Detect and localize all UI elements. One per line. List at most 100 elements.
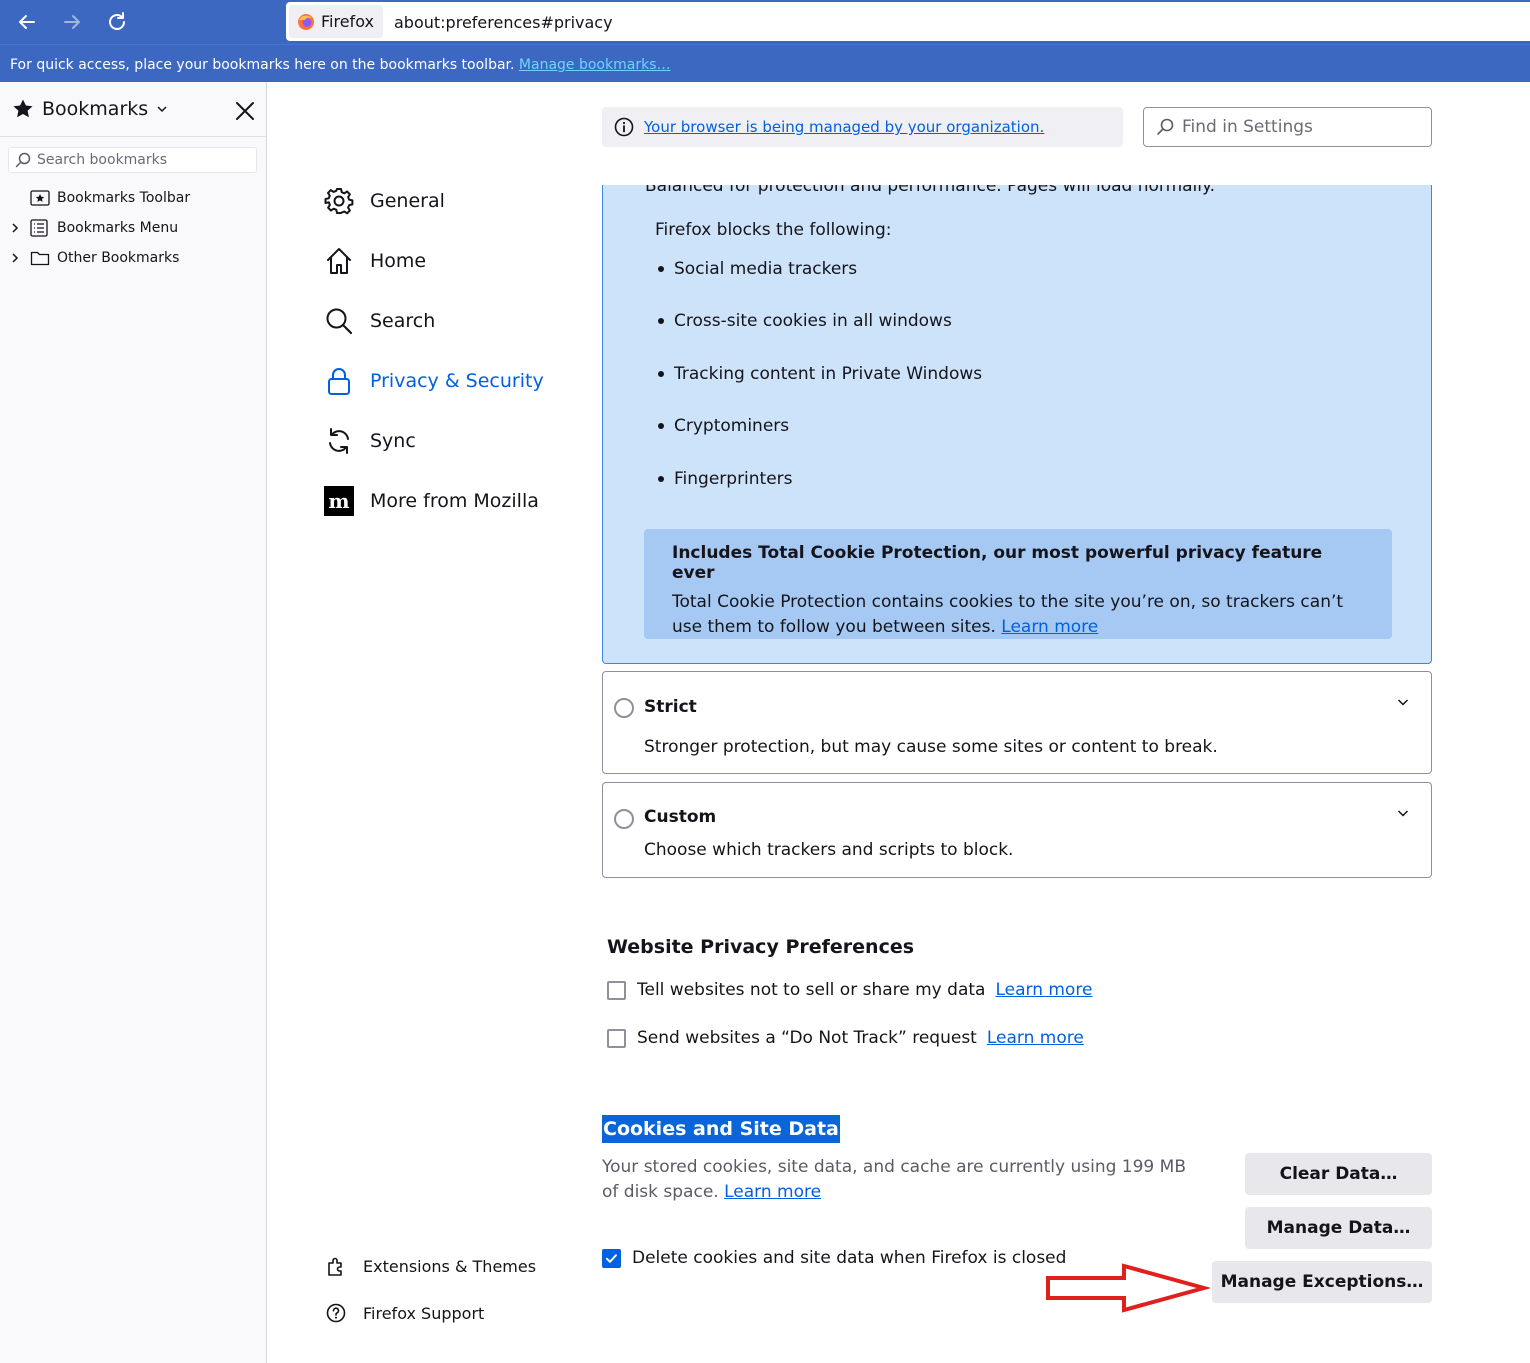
sidebar-divider — [0, 136, 266, 137]
category-privacy-security[interactable]: Privacy & Security — [322, 361, 544, 401]
bookmarks-toolbar-text: For quick access, place your bookmarks h… — [10, 57, 515, 73]
blocked-item-label: Cross-site cookies in all windows — [674, 311, 952, 331]
tcp-body: Total Cookie Protection contains cookies… — [672, 590, 1364, 640]
tcp-learn-more-link[interactable]: Learn more — [1001, 617, 1098, 637]
strict-protection-option[interactable]: Strict Stronger protection, but may caus… — [602, 671, 1432, 774]
chevron-down-icon — [1397, 699, 1409, 706]
help-icon — [326, 1303, 346, 1323]
category-label: Home — [370, 250, 427, 272]
strict-radio[interactable] — [614, 698, 634, 718]
blocked-item-label: Fingerprinters — [674, 469, 793, 489]
bookmarks-search-box[interactable] — [8, 147, 257, 173]
bookmark-folder-menu[interactable]: Bookmarks Menu — [0, 214, 266, 242]
search-icon — [1157, 118, 1174, 135]
delete-on-close-checkbox[interactable] — [602, 1248, 621, 1268]
category-label: Sync — [370, 430, 416, 452]
back-arrow-icon — [19, 15, 35, 29]
chevron-right-icon[interactable] — [10, 222, 20, 234]
strict-title: Strict — [644, 697, 697, 717]
blocked-item: Cross-site cookies in all windows — [658, 311, 952, 331]
search-icon — [326, 308, 353, 335]
manage-bookmarks-link[interactable]: Manage bookmarks… — [519, 57, 671, 73]
do-not-track-label[interactable]: Send websites a “Do Not Track” request — [637, 1028, 977, 1048]
forward-arrow-icon — [64, 15, 80, 29]
category-label: Search — [370, 310, 436, 332]
gpc-learn-more-link[interactable]: Learn more — [995, 980, 1092, 1000]
blocked-item: Fingerprinters — [658, 469, 793, 489]
custom-expand-button[interactable] — [1393, 803, 1413, 823]
category-sync[interactable]: Sync — [322, 421, 416, 461]
category-label: General — [370, 190, 445, 212]
delete-on-close-label[interactable]: Delete cookies and site data when Firefo… — [632, 1248, 1066, 1268]
bookmarks-sidebar: Bookmarks Bookmarks Toolbar Bookmarks Me… — [0, 82, 267, 1363]
find-in-settings-input[interactable] — [1182, 117, 1422, 137]
folder-icon — [30, 251, 50, 266]
custom-title: Custom — [644, 807, 717, 827]
website-privacy-title: Website Privacy Preferences — [607, 936, 915, 958]
mozilla-icon: m — [324, 486, 354, 516]
managed-policies-link[interactable]: Your browser is being managed by your or… — [644, 118, 1044, 136]
manage-exceptions-button[interactable]: Manage Exceptions… — [1212, 1261, 1432, 1303]
forward-button[interactable] — [55, 6, 89, 38]
extensions-themes-link[interactable]: Extensions & Themes — [325, 1255, 536, 1277]
managed-policies-notice: Your browser is being managed by your or… — [602, 107, 1123, 147]
info-icon — [614, 117, 634, 137]
category-general[interactable]: General — [322, 181, 445, 221]
navigation-toolbar: Firefox about:preferences#privacy — [0, 0, 1530, 44]
reload-button[interactable] — [100, 6, 134, 38]
bookmark-folder-other[interactable]: Other Bookmarks — [0, 244, 266, 272]
do-not-track-learn-more-link[interactable]: Learn more — [987, 1028, 1084, 1048]
category-home[interactable]: Home — [322, 241, 426, 281]
delete-on-close-option: Delete cookies and site data when Firefo… — [602, 1248, 1066, 1268]
close-icon — [236, 102, 254, 120]
bookmarks-toolbar-message: For quick access, place your bookmarks h… — [10, 57, 670, 73]
url-bar[interactable]: Firefox about:preferences#privacy — [286, 2, 1530, 41]
firefox-support-link[interactable]: Firefox Support — [325, 1302, 484, 1324]
custom-protection-option[interactable]: Custom Choose which trackers and scripts… — [602, 782, 1432, 878]
sidebar-title: Bookmarks — [42, 98, 149, 120]
custom-description: Choose which trackers and scripts to blo… — [644, 840, 1014, 860]
bookmarks-menu-icon — [30, 219, 48, 237]
bookmarks-toolbar-icon — [30, 190, 50, 206]
chevron-right-icon[interactable] — [10, 252, 20, 264]
url-text[interactable]: about:preferences#privacy — [394, 13, 613, 32]
sidebar-switcher[interactable]: Bookmarks — [12, 98, 168, 120]
standard-description: Balanced for protection and performance.… — [645, 185, 1216, 196]
back-button[interactable] — [10, 6, 44, 38]
sidebar-close-button[interactable] — [232, 98, 258, 124]
bookmarks-toolbar: For quick access, place your bookmarks h… — [0, 44, 1530, 82]
blocked-item-label: Social media trackers — [674, 259, 858, 279]
lock-icon — [328, 368, 350, 395]
do-not-track-option: Send websites a “Do Not Track” request L… — [607, 1028, 1084, 1048]
checkmark-icon — [606, 1253, 617, 1263]
reload-icon — [109, 12, 125, 30]
category-label: Privacy & Security — [370, 370, 544, 392]
manage-data-button[interactable]: Manage Data… — [1245, 1207, 1432, 1249]
gpc-label[interactable]: Tell websites not to sell or share my da… — [637, 980, 985, 1000]
search-icon — [15, 152, 31, 168]
category-search[interactable]: Search — [322, 301, 435, 341]
blocked-item-label: Tracking content in Private Windows — [674, 364, 983, 384]
do-not-track-checkbox[interactable] — [607, 1028, 626, 1048]
svg-text:m: m — [328, 489, 349, 513]
strict-description: Stronger protection, but may cause some … — [644, 737, 1218, 757]
clear-data-button[interactable]: Clear Data… — [1245, 1153, 1432, 1195]
find-in-settings-box[interactable] — [1143, 107, 1432, 147]
strict-expand-button[interactable] — [1393, 692, 1413, 712]
identity-box[interactable]: Firefox — [289, 5, 383, 38]
custom-radio[interactable] — [614, 809, 634, 829]
cookies-section-title: Cookies and Site Data — [602, 1115, 840, 1143]
gpc-checkbox[interactable] — [607, 980, 626, 1000]
footer-link-label: Firefox Support — [363, 1303, 485, 1323]
gear-icon — [324, 188, 354, 215]
bookmark-folder-label: Bookmarks Toolbar — [57, 190, 191, 206]
cookies-learn-more-link[interactable]: Learn more — [724, 1182, 821, 1202]
blocked-item: Tracking content in Private Windows — [658, 364, 982, 384]
standard-protection-panel[interactable]: Balanced for protection and performance.… — [602, 185, 1432, 664]
annotation-arrow-icon — [1046, 1263, 1210, 1313]
bookmarks-search-input[interactable] — [37, 152, 237, 168]
bookmark-folder-toolbar[interactable]: Bookmarks Toolbar — [0, 184, 266, 212]
bookmark-folder-label: Bookmarks Menu — [57, 220, 179, 236]
category-more-from-mozilla[interactable]: m More from Mozilla — [322, 481, 539, 521]
cookies-usage-text: Your stored cookies, site data, and cach… — [602, 1157, 1186, 1202]
